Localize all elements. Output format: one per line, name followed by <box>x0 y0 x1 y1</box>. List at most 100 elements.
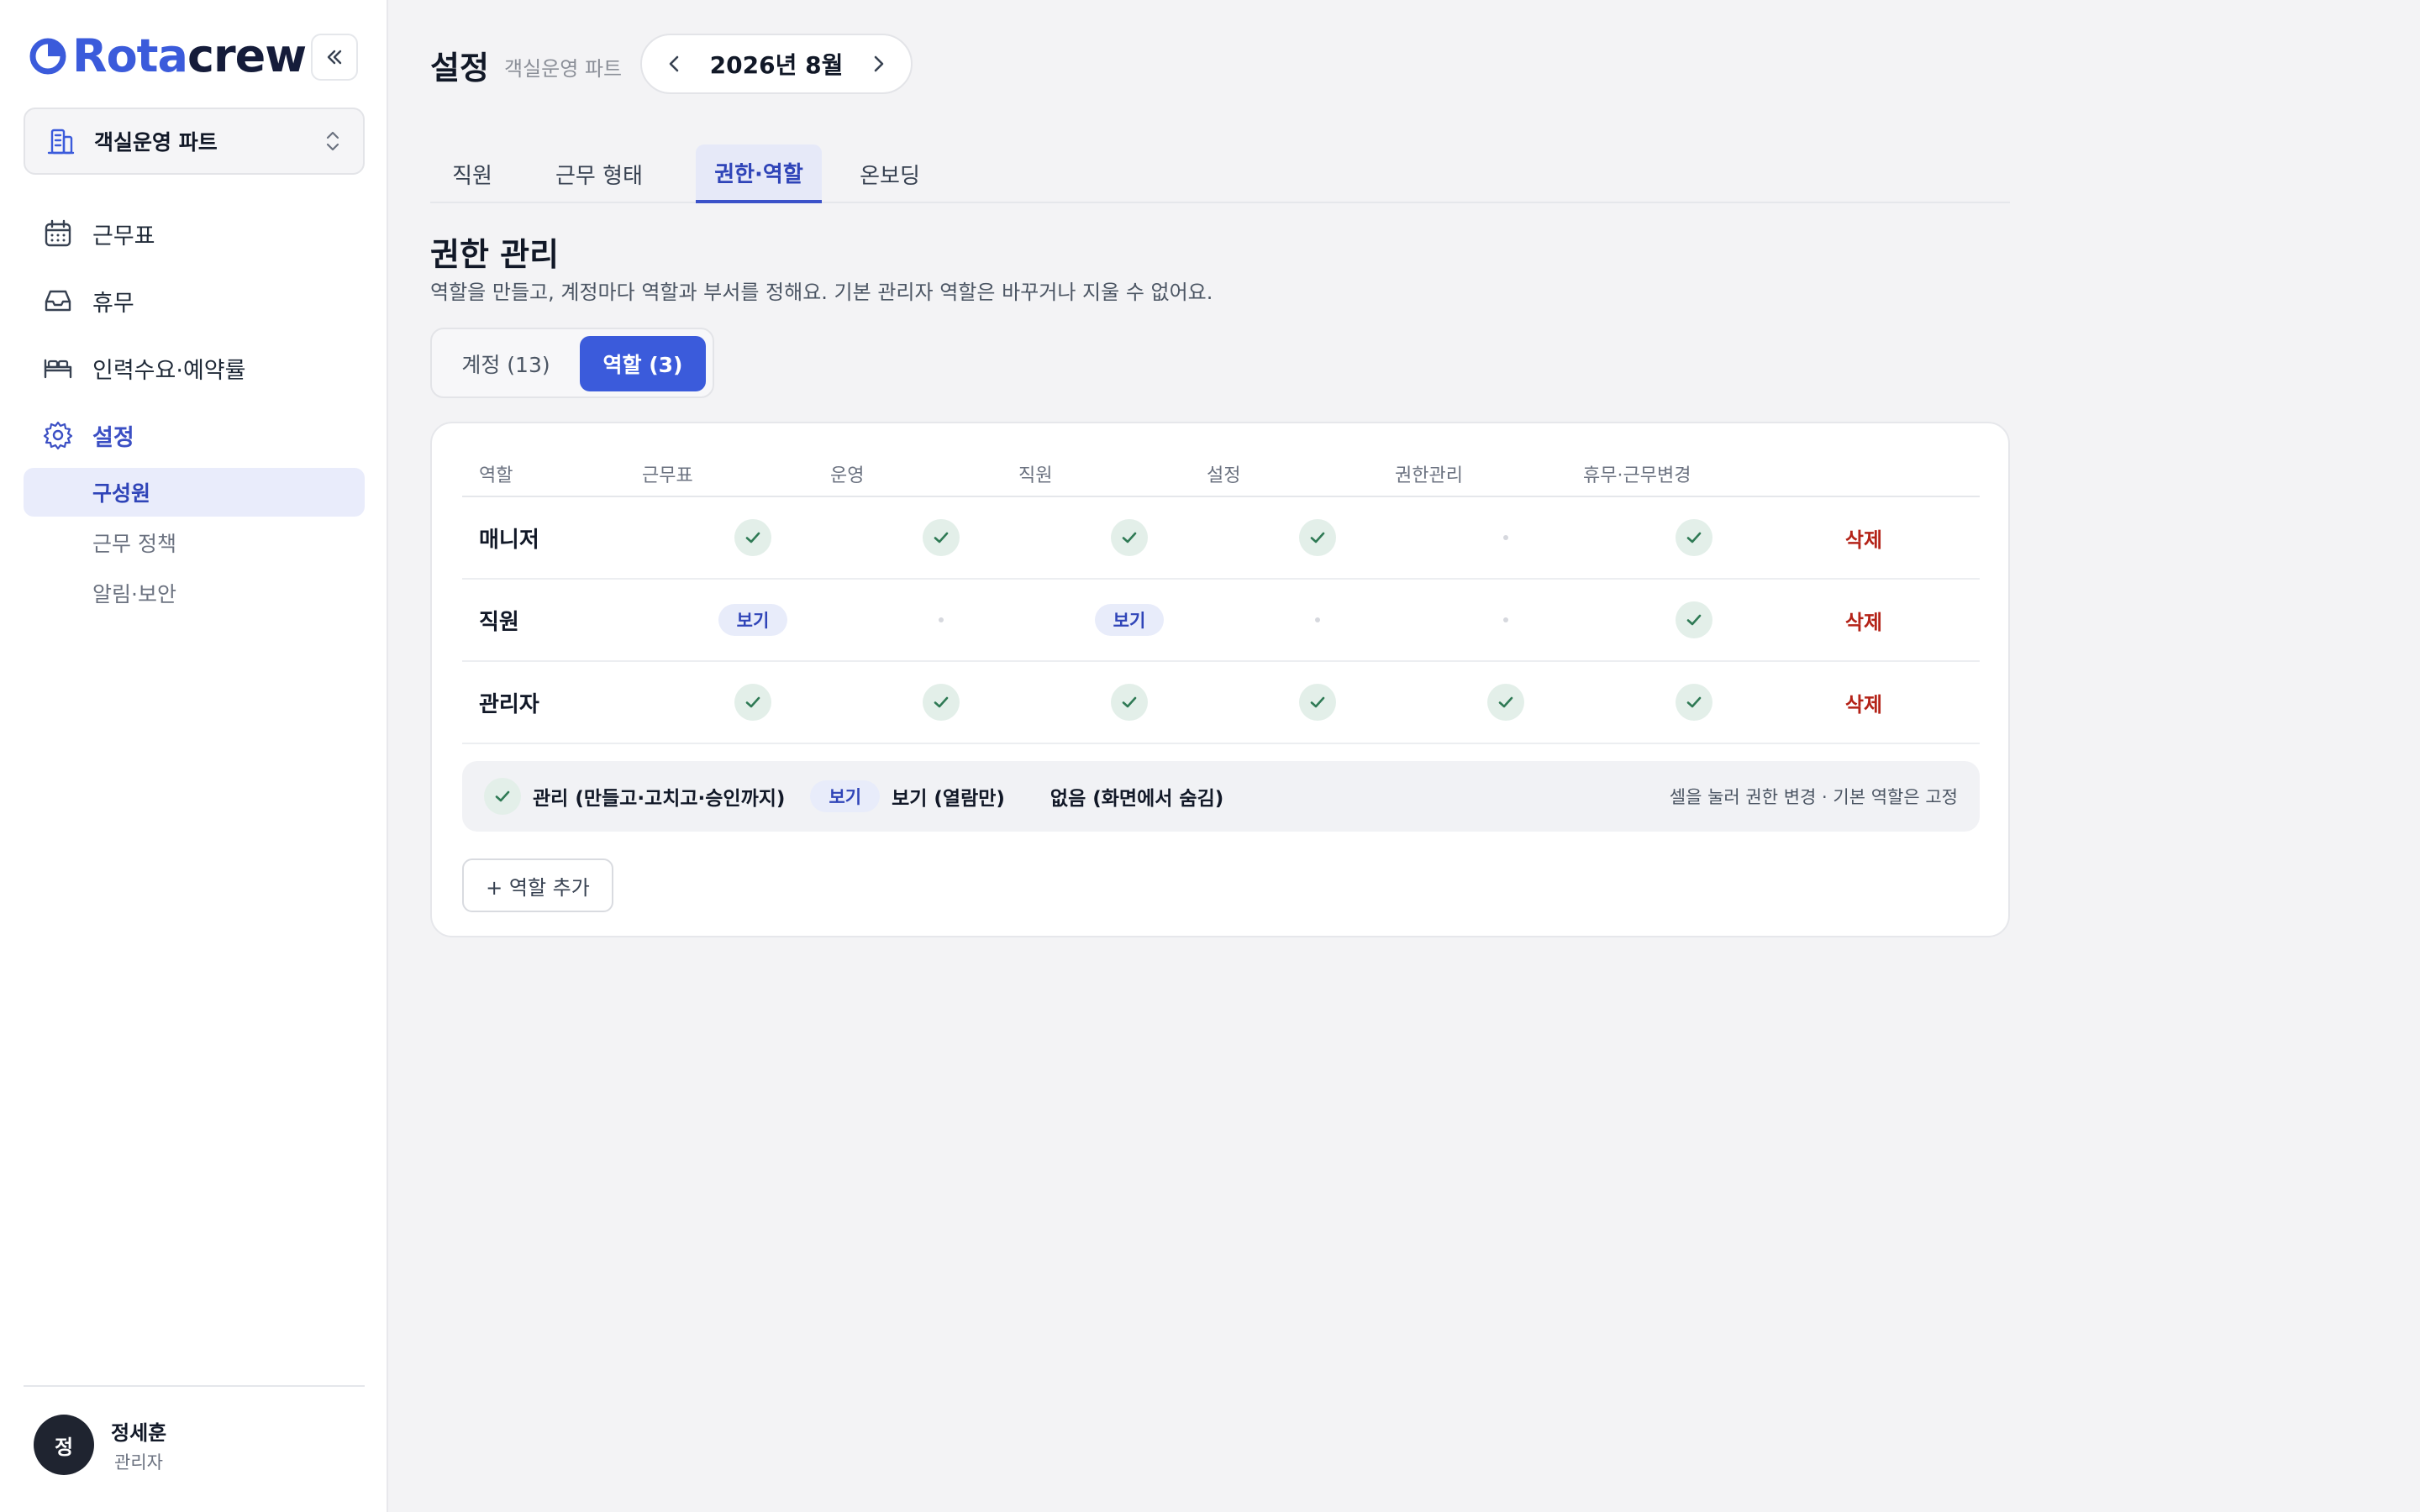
org-selector-label: 객실운영 파트 <box>94 130 218 155</box>
sidebar-subitem-notifications-security[interactable]: 알림·보안 <box>24 569 365 617</box>
add-role-button[interactable]: + 역할 추가 <box>462 858 613 912</box>
sidebar-item-demand[interactable]: 인력수요·예약률 <box>24 343 365 393</box>
check-icon <box>1676 684 1712 721</box>
permission-cell[interactable] <box>702 497 803 578</box>
sidebar-item-label: 인력수요·예약률 <box>92 357 246 384</box>
logo-text-rota: Rota <box>72 29 188 82</box>
check-icon <box>734 684 771 721</box>
check-icon <box>1111 684 1148 721</box>
chevron-right-icon[interactable] <box>867 53 889 75</box>
roles-toggle-button[interactable]: 역할 (3) <box>580 336 706 391</box>
permission-cell[interactable]: 보기 <box>1079 580 1180 660</box>
permission-cell[interactable] <box>1267 497 1368 578</box>
legend-none: 없음 (화면에서 숨김) <box>1050 788 1224 810</box>
logo[interactable]: Rotacrew <box>29 29 307 82</box>
permission-cell[interactable] <box>1079 497 1180 578</box>
column-header: 설정 <box>1207 465 1241 486</box>
permission-cell[interactable] <box>1455 662 1556 743</box>
none-dot <box>1315 617 1320 622</box>
month-label: 2026년 8월 <box>709 51 844 79</box>
page-subtitle: 객실운영 파트 <box>504 57 623 81</box>
sidebar-subitem-members[interactable]: 구성원 <box>24 468 365 517</box>
section-description: 역할을 만들고, 계정마다 역할과 부서를 정해요. 기본 관리자 역할은 바꾸… <box>430 281 1213 304</box>
main-content: 설정 객실운영 파트 2026년 8월 직원 근무 형태 권한·역할 온보딩 권… <box>388 0 2420 1512</box>
sidebar-item-label: 근무표 <box>92 223 155 249</box>
role-name: 관리자 <box>479 691 539 717</box>
sidebar-item-label: 휴무 <box>92 290 134 317</box>
permission-cell[interactable]: 보기 <box>702 580 803 660</box>
check-icon <box>923 519 960 556</box>
org-selector[interactable]: 객실운영 파트 <box>24 108 365 175</box>
permission-cell[interactable] <box>1455 580 1556 660</box>
logo-text-crew: crew <box>187 29 307 82</box>
double-chevron-left-icon <box>327 50 342 65</box>
sidebar-item-label: 설정 <box>92 424 134 451</box>
chevron-up-down-icon <box>326 131 339 151</box>
user-profile[interactable]: 정 정세훈 관리자 <box>34 1415 166 1475</box>
view-badge: 보기 <box>810 780 881 812</box>
sidebar-subitem-work-policy[interactable]: 근무 정책 <box>24 518 365 567</box>
permission-cell[interactable] <box>1644 662 1744 743</box>
permission-cell[interactable] <box>891 580 992 660</box>
check-icon <box>1487 684 1524 721</box>
table-header: 역할 근무표 운영 직원 설정 권한관리 휴무·근무변경 <box>462 449 1980 497</box>
check-icon <box>1299 684 1336 721</box>
tab-onboarding[interactable]: 온보딩 <box>839 144 941 203</box>
permission-legend: 관리 (만들고·고치고·승인까지) 보기 보기 (열람만) 없음 (화면에서 숨… <box>462 761 1980 832</box>
logo-mark-icon <box>29 38 66 75</box>
view-badge: 보기 <box>1094 604 1165 636</box>
bed-icon <box>44 359 72 379</box>
table-row: 매니저 삭제 <box>462 497 1980 580</box>
accounts-toggle-button[interactable]: 계정 (13) <box>439 336 573 391</box>
permission-cell[interactable] <box>891 497 992 578</box>
permission-cell[interactable] <box>1267 662 1368 743</box>
column-header: 근무표 <box>642 465 693 486</box>
permissions-table: 역할 근무표 운영 직원 설정 권한관리 휴무·근무변경 매니저 삭제 직원 보기 보기… <box>462 449 1980 744</box>
view-toggle: 계정 (13) 역할 (3) <box>430 328 714 398</box>
column-header: 직원 <box>1018 465 1053 486</box>
delete-role-button[interactable]: 삭제 <box>1845 688 1882 717</box>
delete-role-button[interactable]: 삭제 <box>1845 606 1882 635</box>
table-row: 직원 보기 보기 삭제 <box>462 580 1980 662</box>
permission-cell[interactable] <box>1455 497 1556 578</box>
user-name: 정세훈 <box>111 1420 167 1445</box>
column-header: 역할 <box>479 465 513 486</box>
tab-staff[interactable]: 직원 <box>430 144 514 203</box>
building-icon <box>47 129 75 155</box>
collapse-sidebar-button[interactable] <box>311 34 358 81</box>
tab-permissions-roles[interactable]: 권한·역할 <box>696 144 822 203</box>
permission-cell[interactable] <box>1267 580 1368 660</box>
tab-work-types[interactable]: 근무 형태 <box>531 144 667 203</box>
permission-cell[interactable] <box>702 662 803 743</box>
permission-cell[interactable] <box>1644 580 1744 660</box>
sidebar-item-schedule[interactable]: 근무표 <box>24 208 365 259</box>
check-icon <box>1676 519 1712 556</box>
month-picker: 2026년 8월 <box>640 34 913 94</box>
gear-icon <box>43 421 73 450</box>
column-header: 권한관리 <box>1395 465 1463 486</box>
legend-view: 보기 (열람만) <box>892 788 1005 810</box>
view-badge: 보기 <box>718 604 788 636</box>
permission-cell[interactable] <box>891 662 992 743</box>
check-icon <box>734 519 771 556</box>
sidebar: Rotacrew 객실운영 파트 근무표 휴무 인력수요·예약률 설정 구성원 … <box>0 0 388 1512</box>
delete-cell: 삭제 <box>1813 580 1914 660</box>
inbox-icon <box>45 290 71 312</box>
check-icon <box>1676 601 1712 638</box>
roles-card: 역할 근무표 운영 직원 설정 권한관리 휴무·근무변경 매니저 삭제 직원 보기 보기… <box>430 422 2010 937</box>
permission-cell[interactable] <box>1644 497 1744 578</box>
check-icon <box>484 778 521 815</box>
check-icon <box>1299 519 1336 556</box>
legend-manage: 관리 (만들고·고치고·승인까지) <box>533 788 786 810</box>
avatar: 정 <box>34 1415 94 1475</box>
role-name: 매니저 <box>479 527 539 553</box>
sidebar-divider <box>24 1385 365 1387</box>
column-header: 휴무·근무변경 <box>1583 465 1691 486</box>
delete-role-button[interactable]: 삭제 <box>1845 523 1882 553</box>
sidebar-item-settings[interactable]: 설정 <box>24 410 365 460</box>
permission-cell[interactable] <box>1079 662 1180 743</box>
none-dot <box>1503 617 1508 622</box>
none-dot <box>939 617 944 622</box>
sidebar-item-leave[interactable]: 휴무 <box>24 276 365 326</box>
chevron-left-icon[interactable] <box>664 53 686 75</box>
